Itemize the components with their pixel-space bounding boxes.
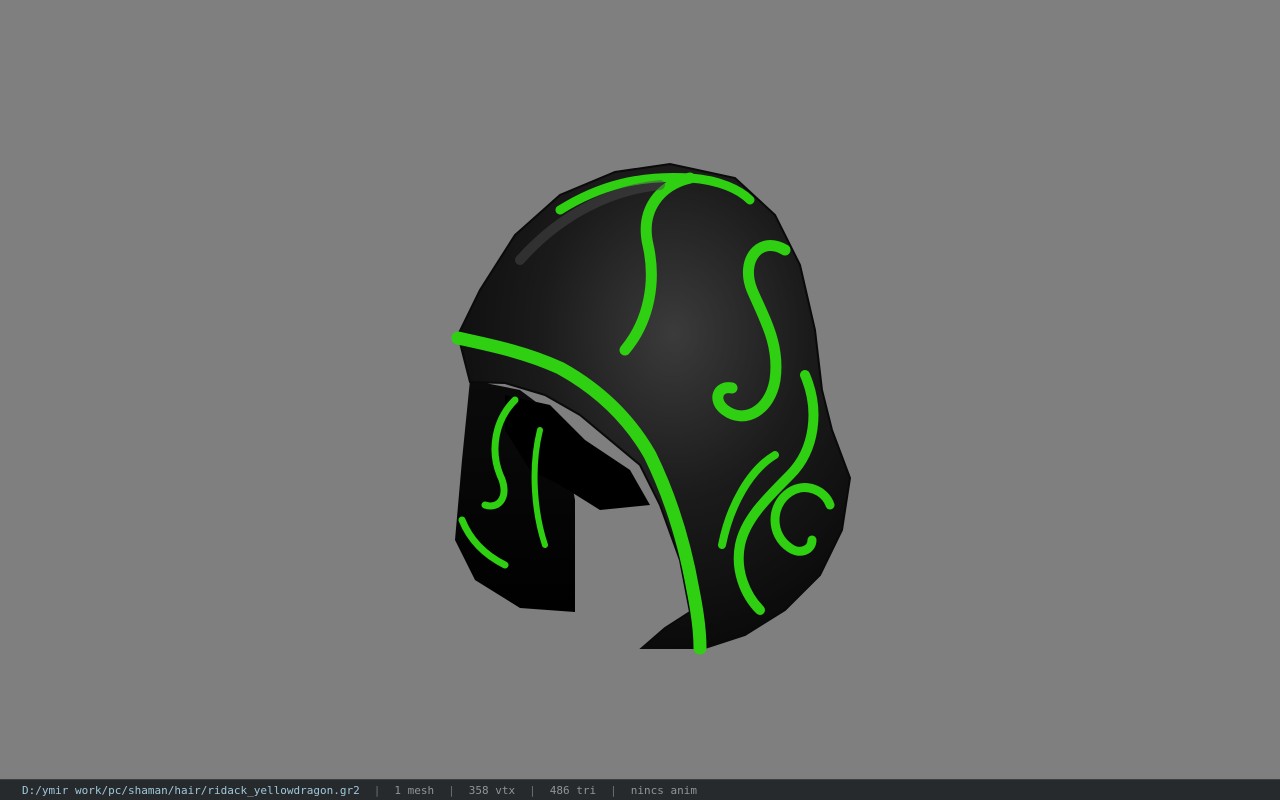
status-bar: D:/ymir work/pc/shaman/hair/ridack_yello… bbox=[0, 779, 1280, 800]
anim-info: nincs anim bbox=[630, 783, 697, 797]
separator: | bbox=[448, 783, 455, 797]
vertex-count: 358 vtx bbox=[468, 783, 516, 797]
hood-model[interactable] bbox=[0, 0, 1280, 779]
separator: | bbox=[529, 783, 536, 797]
triangle-count: 486 tri bbox=[549, 783, 597, 797]
3d-viewport[interactable] bbox=[0, 0, 1280, 779]
separator: | bbox=[373, 783, 381, 797]
separator: | bbox=[610, 783, 617, 797]
file-path: D:/ymir work/pc/shaman/hair/ridack_yello… bbox=[22, 783, 360, 797]
mesh-count: 1 mesh bbox=[394, 783, 435, 797]
